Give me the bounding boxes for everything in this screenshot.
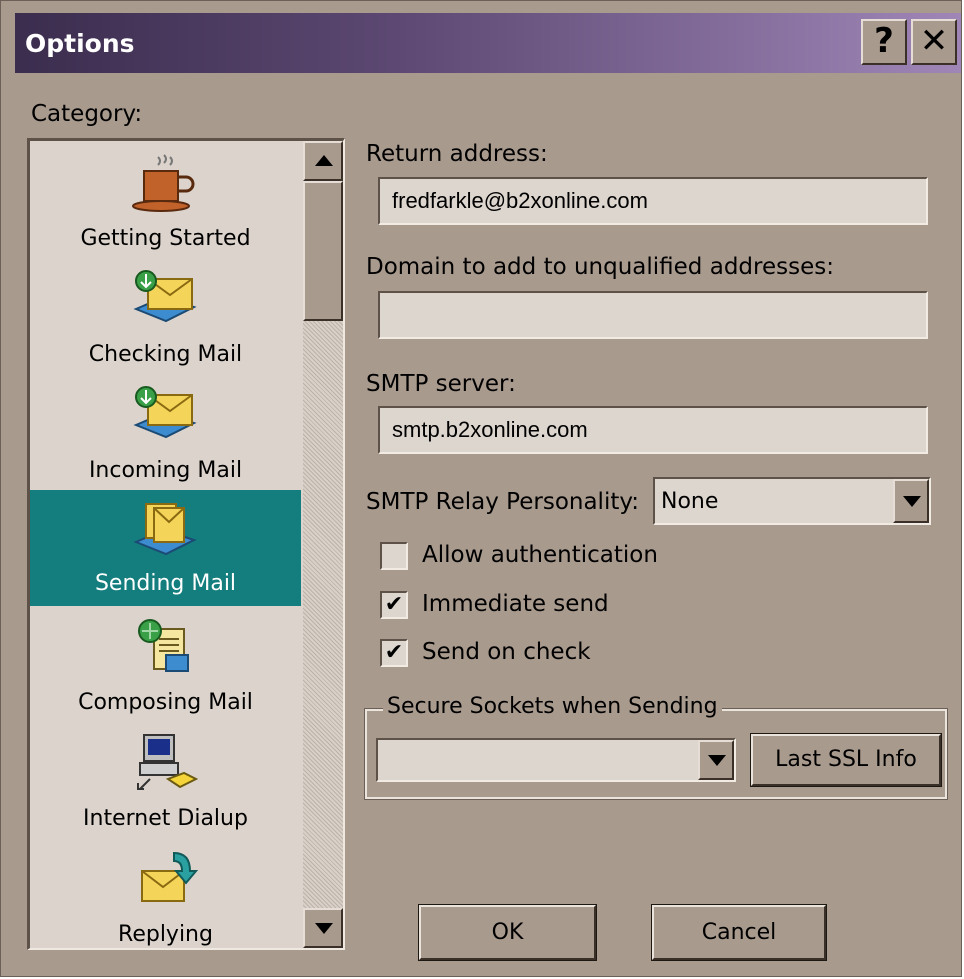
scroll-down-button[interactable] <box>303 908 343 948</box>
return-address-label: Return address: <box>366 141 548 167</box>
immediate-send-checkbox[interactable]: ✔ <box>380 591 408 619</box>
arrow-down-icon <box>315 923 333 934</box>
allow-authentication-label[interactable]: Allow authentication <box>422 542 658 568</box>
dialog-title: Options <box>25 29 135 58</box>
close-button[interactable]: ✕ <box>911 19 957 65</box>
category-item-incoming-mail[interactable]: Incoming Mail <box>30 377 301 493</box>
category-item-label: Checking Mail <box>88 342 243 367</box>
options-dialog: Options ? ✕ Category: Getting Started Ch… <box>0 0 962 977</box>
relay-dropdown-button[interactable] <box>893 479 929 523</box>
scroll-thumb[interactable] <box>303 181 343 321</box>
title-bar[interactable]: Options ? ✕ <box>15 13 961 73</box>
ok-button[interactable]: OK <box>418 904 597 961</box>
scroll-up-button[interactable] <box>303 141 343 181</box>
ok-label: OK <box>491 920 524 945</box>
close-icon: ✕ <box>919 21 949 61</box>
ssl-dropdown-button[interactable] <box>698 740 734 780</box>
last-ssl-info-label: Last SSL Info <box>775 747 917 772</box>
send-on-check-label[interactable]: Send on check <box>422 639 591 665</box>
return-address-label-text: Return address: <box>366 141 548 167</box>
check-icon: ✔ <box>384 640 404 665</box>
category-scrollbar[interactable] <box>303 141 343 948</box>
category-item-label: Internet Dialup <box>83 806 248 831</box>
category-item-replying[interactable]: Replying <box>30 841 301 948</box>
relay-personality-label: SMTP Relay Personality: <box>366 489 640 515</box>
check-icon: ✔ <box>384 592 404 617</box>
cancel-button[interactable]: Cancel <box>651 904 827 961</box>
ssl-group-title: Secure Sockets when Sending <box>383 694 722 719</box>
help-icon: ? <box>874 21 894 61</box>
smtp-server-label: SMTP server: <box>366 371 516 397</box>
relay-personality-select[interactable]: None <box>653 477 931 525</box>
category-item-label: Sending Mail <box>94 571 237 596</box>
cancel-label: Cancel <box>701 920 777 945</box>
coffee-cup-icon <box>130 153 200 215</box>
mail-download-icon <box>130 269 200 331</box>
smtp-server-input[interactable]: smtp.b2xonline.com <box>378 406 928 454</box>
help-button[interactable]: ? <box>861 19 907 65</box>
chevron-down-icon <box>708 755 726 766</box>
category-item-label: Getting Started <box>80 226 251 251</box>
category-item-label: Replying <box>118 922 213 947</box>
category-item-checking-mail[interactable]: Checking Mail <box>30 261 301 377</box>
category-item-internet-dialup[interactable]: Internet Dialup <box>30 725 301 841</box>
compose-document-icon <box>130 617 200 679</box>
mail-download-icon <box>130 385 200 447</box>
category-item-label: Incoming Mail <box>88 458 243 483</box>
computer-phone-icon <box>130 733 200 795</box>
category-item-sending-mail[interactable]: Sending Mail <box>30 490 301 606</box>
domain-label: Domain to add to unqualified addresses: <box>366 254 834 280</box>
chevron-down-icon <box>903 496 921 507</box>
allow-authentication-checkbox[interactable] <box>380 542 408 570</box>
ssl-select[interactable] <box>376 738 736 782</box>
category-item-composing-mail[interactable]: Composing Mail <box>30 609 301 725</box>
relay-personality-value: None <box>661 489 719 514</box>
reply-envelope-icon <box>130 849 200 911</box>
category-label: Category: <box>31 101 143 127</box>
mail-send-icon <box>130 498 200 560</box>
arrow-up-icon <box>315 155 333 166</box>
category-item-label: Composing Mail <box>78 690 253 715</box>
return-address-input[interactable]: fredfarkle@b2xonline.com <box>378 177 928 225</box>
immediate-send-label[interactable]: Immediate send <box>422 591 609 617</box>
category-item-getting-started[interactable]: Getting Started <box>30 145 301 261</box>
category-list[interactable]: Getting Started Checking Mail Incoming M… <box>27 138 345 950</box>
last-ssl-info-button[interactable]: Last SSL Info <box>750 733 942 787</box>
send-on-check-checkbox[interactable]: ✔ <box>380 639 408 667</box>
domain-input[interactable] <box>378 291 928 339</box>
